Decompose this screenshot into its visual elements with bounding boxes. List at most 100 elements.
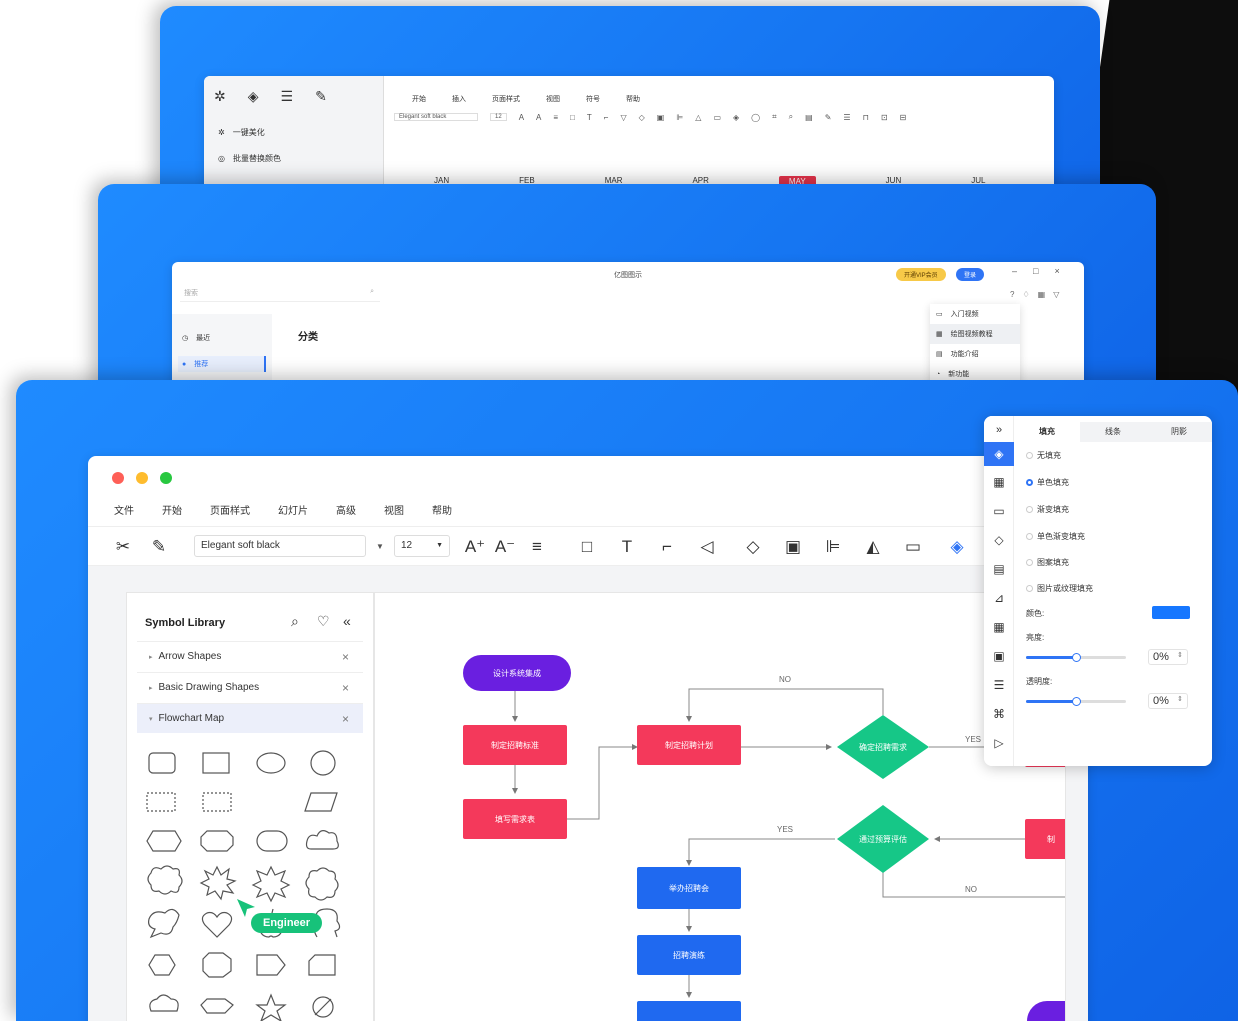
library-category-arrow-shapes[interactable]: ▸ Arrow Shapes × [137,641,363,671]
radio-button-selected[interactable] [1026,479,1033,486]
stepper-icon[interactable]: ⇕ [1177,651,1183,663]
collapse-icon[interactable]: « [343,613,351,629]
shape-hexagon-wide[interactable] [146,830,182,852]
shape-ellipse[interactable] [256,752,286,774]
flow-node[interactable]: 举办招聘会 [637,867,741,909]
flip-icon[interactable]: △ [695,113,701,122]
shape-speech-cloud[interactable] [148,908,180,939]
close-icon[interactable]: × [342,712,349,726]
flow-node[interactable] [637,1001,741,1021]
shirt-icon[interactable]: ▽ [1053,290,1059,299]
stepper-icon[interactable]: ⇕ [1177,695,1183,707]
chevron-down-icon[interactable]: ▼ [376,542,384,551]
text-icon[interactable]: T [616,537,638,557]
shape-star[interactable] [255,993,287,1021]
radio-button[interactable] [1026,559,1033,566]
pen-color-icon[interactable]: ✎ [825,113,832,122]
slider-knob[interactable] [1072,653,1081,662]
format-icon[interactable]: ☰ [984,673,1014,697]
fill-option-single-gradient[interactable]: 单色渐变填充 [1026,531,1085,542]
fill-color-swatch[interactable] [1152,606,1190,619]
dropdown-item-intro-video[interactable]: ▭ 入门视频 [930,304,1020,324]
menu-view[interactable]: 视图 [546,94,560,104]
menu-advanced[interactable]: 高级 [336,502,356,517]
menu-page-style[interactable]: 页面样式 [210,502,250,517]
line-style-icon[interactable]: ☰ [281,88,294,105]
shape-pentagon-arrow[interactable] [256,954,286,976]
font-select[interactable]: Elegant soft black [194,535,366,557]
font-shrink-icon[interactable]: A [536,113,541,122]
shape-cloud-burst[interactable] [147,865,183,895]
menu-start[interactable]: 开始 [162,502,182,517]
menu-symbol[interactable]: 符号 [586,94,600,104]
flowchart-canvas[interactable]: 设计系统集成 制定招聘标准 填写需求表 制定招聘计划 确定招聘需求 通过预算评估… [374,592,1066,1021]
lock-icon[interactable]: ⊓ [863,113,869,122]
transparency-input[interactable]: 0% ⇕ [1148,693,1188,709]
size-select[interactable]: 12 [490,113,507,121]
connector-icon[interactable]: ⌐ [656,537,678,557]
shape-starburst[interactable] [251,865,291,903]
flow-node[interactable]: 填写需求表 [463,799,567,839]
text-icon[interactable]: T [587,113,592,122]
align-left-icon[interactable]: ⊫ [676,113,683,122]
shape-heart[interactable] [201,911,233,938]
rectangle-icon[interactable]: □ [576,537,598,557]
shape-circle[interactable] [310,750,336,776]
align-left-icon[interactable]: ⊫ [822,537,844,557]
flow-node[interactable]: 制定招聘计划 [637,725,741,765]
popup-item-replace-color[interactable]: ◎ 批量替换颜色 [212,148,302,168]
shape-icon[interactable]: ◯ [751,113,760,122]
page-icon[interactable]: ▤ [984,557,1014,581]
fill-bucket-icon[interactable]: ◈ [984,442,1014,466]
heart-icon[interactable]: ♡ [317,613,330,630]
close-icon[interactable]: × [342,681,349,695]
shape-hexagon[interactable] [148,954,176,976]
shape-dashed-rect[interactable] [146,792,176,812]
group-icon[interactable]: ▣ [657,113,665,122]
login-button[interactable]: 登录 [956,268,985,281]
close-icon[interactable]: × [1054,266,1059,276]
network-icon[interactable]: ⌘ [984,702,1014,726]
frame-icon[interactable]: ▭ [902,537,924,557]
flow-node[interactable]: 招聘演练 [637,935,741,975]
table-icon[interactable]: ▦ [984,615,1014,639]
brightness-slider[interactable] [1026,653,1126,662]
fill-option-none[interactable]: 无填充 [1026,450,1061,461]
crop-icon[interactable]: ⌗ [772,112,777,122]
fill-option-solid[interactable]: 单色填充 [1026,477,1069,488]
size-select[interactable]: 12 ▼ [394,535,450,557]
popup-item-beautify[interactable]: ✲ 一键美化 [212,122,302,142]
zoom-icon[interactable]: ⌕ [789,112,793,122]
presentation-icon[interactable]: ▷ [984,731,1014,755]
layers-icon[interactable]: ◇ [742,537,764,557]
shape-hexagon-small[interactable] [200,998,234,1014]
radio-button[interactable] [1026,506,1033,513]
shape-cloud[interactable] [305,830,339,850]
font-shrink-icon[interactable]: A⁻ [494,537,516,557]
dropdown-item-features[interactable]: ▤ 功能介绍 [930,344,1020,364]
close-icon[interactable]: × [342,650,349,664]
paint-bucket-icon[interactable]: ◈ [248,88,259,105]
rect-icon[interactable]: □ [570,113,575,122]
page-icon[interactable]: ⊟ [900,113,907,122]
shape-dashed-rect[interactable] [202,792,232,812]
shape-cloud-small[interactable] [149,994,179,1012]
close-dot[interactable] [112,472,124,484]
shape-flower[interactable] [305,867,339,901]
group-icon[interactable]: ▣ [782,537,804,557]
pointer-icon[interactable]: ◁ [696,537,718,557]
library-category-basic-shapes[interactable]: ▸ Basic Drawing Shapes × [137,672,363,702]
fill-color-icon[interactable]: ◈ [946,537,968,557]
shape-rect[interactable] [202,752,230,774]
tab-line[interactable]: 线条 [1080,422,1146,442]
menu-insert[interactable]: 插入 [452,94,466,104]
frame-icon[interactable]: ▭ [713,113,721,122]
decision-node[interactable]: 确定招聘需求 [837,739,929,755]
scissors-icon[interactable]: ✂ [112,537,134,557]
sidebar-item-recommended[interactable]: ● 推荐 [178,356,266,372]
font-grow-icon[interactable]: A [519,113,524,122]
library-category-flowchart[interactable]: ▾ Flowchart Map × [137,703,363,733]
transparency-slider[interactable] [1026,697,1126,706]
zoom-dot[interactable] [160,472,172,484]
grid-icon[interactable]: ▦ [1038,290,1046,299]
